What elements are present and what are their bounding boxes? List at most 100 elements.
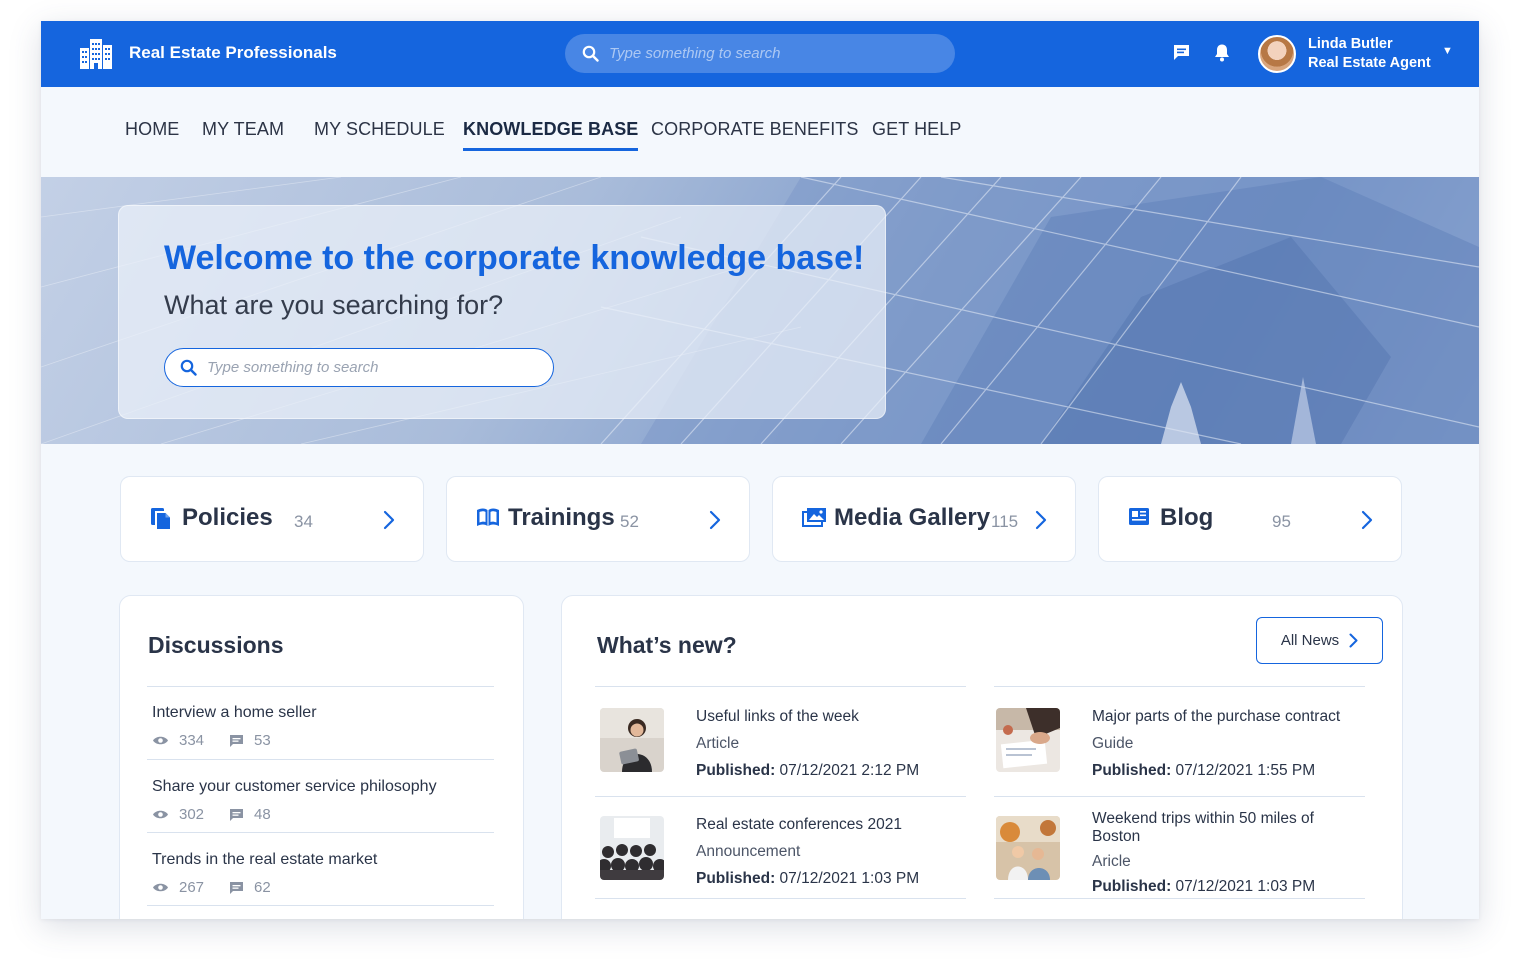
- category-title: Blog: [1160, 504, 1214, 531]
- search-icon: [582, 45, 599, 62]
- all-news-label: All News: [1280, 632, 1340, 649]
- comment-count: 53: [254, 732, 271, 749]
- category-card-policies[interactable]: Policies 34: [120, 476, 424, 562]
- global-search-input[interactable]: [609, 45, 929, 62]
- newspaper-icon: [1129, 508, 1149, 525]
- search-icon: [180, 359, 197, 376]
- news-title[interactable]: Weekend trips within 50 miles of Boston: [1092, 810, 1364, 846]
- category-count: 95: [1272, 512, 1291, 531]
- chevron-right-icon: [1349, 633, 1358, 648]
- hero-card: Welcome to the corporate knowledge base!…: [118, 205, 886, 419]
- discussion-title[interactable]: Trends in the real estate market: [152, 851, 377, 869]
- category-card-media-gallery[interactable]: Media Gallery 115: [772, 476, 1076, 562]
- user-name: Linda Butler: [1308, 36, 1393, 52]
- category-title: Policies: [182, 504, 273, 531]
- comment-icon: [230, 808, 243, 821]
- news-published: Published: 07/12/2021 1:03 PM: [1092, 878, 1316, 895]
- category-title: Trainings: [508, 504, 615, 531]
- discussion-item[interactable]: Trends in the real estate market 267 62: [152, 851, 377, 896]
- divider: [147, 905, 494, 906]
- view-count: 334: [179, 732, 205, 749]
- hero-title: Welcome to the corporate knowledge base!: [164, 239, 865, 277]
- discussion-title[interactable]: Interview a home seller: [152, 704, 317, 722]
- news-title[interactable]: Major parts of the purchase contract: [1092, 708, 1364, 726]
- whats-new-title: What’s new?: [597, 632, 737, 658]
- chevron-right-icon: [383, 510, 395, 530]
- documents-icon: [151, 508, 172, 531]
- category-count: 34: [294, 512, 313, 531]
- brand[interactable]: Real Estate Professionals: [79, 36, 337, 70]
- divider: [994, 898, 1365, 899]
- nav-corporate-benefits[interactable]: CORPORATE BENEFITS: [651, 119, 859, 148]
- global-search[interactable]: [565, 34, 955, 73]
- discussion-item[interactable]: Interview a home seller 334 53: [152, 704, 317, 749]
- whats-new-panel: What’s new? All News Useful links of the…: [561, 595, 1403, 919]
- news-thumbnail[interactable]: [600, 708, 664, 772]
- news-type: Aricle: [1092, 853, 1131, 870]
- nav-home[interactable]: HOME: [125, 119, 179, 148]
- brand-name: Real Estate Professionals: [129, 43, 337, 62]
- discussions-panel: Discussions Interview a home seller 334 …: [119, 595, 524, 919]
- nav-knowledge-base[interactable]: KNOWLEDGE BASE: [463, 119, 639, 151]
- hero-subtitle: What are you searching for?: [164, 290, 504, 320]
- view-count: 267: [179, 879, 205, 896]
- chevron-right-icon: [1035, 510, 1047, 530]
- eye-icon: [153, 736, 168, 745]
- divider: [595, 898, 966, 899]
- all-news-button[interactable]: All News: [1256, 617, 1383, 664]
- caret-down-icon[interactable]: ▼: [1442, 45, 1453, 57]
- office-buildings-icon: [80, 39, 112, 69]
- category-card-trainings[interactable]: Trainings 52: [446, 476, 750, 562]
- news-published: Published: 07/12/2021 1:55 PM: [1092, 762, 1316, 779]
- bell-icon[interactable]: [1213, 43, 1231, 62]
- comment-count: 62: [254, 879, 271, 896]
- news-title[interactable]: Real estate conferences 2021: [696, 816, 968, 834]
- divider: [994, 686, 1365, 687]
- nav-get-help[interactable]: GET HELP: [872, 119, 962, 148]
- news-thumbnail[interactable]: [996, 816, 1060, 880]
- news-published: Published: 07/12/2021 1:03 PM: [696, 870, 920, 887]
- category-title: Media Gallery: [834, 504, 991, 531]
- user-role: Real Estate Agent: [1308, 55, 1431, 71]
- chevron-right-icon: [1361, 510, 1373, 530]
- eye-icon: [153, 810, 168, 819]
- discussion-title[interactable]: Share your customer service philosophy: [152, 778, 437, 796]
- book-icon: [477, 508, 499, 526]
- main-nav: HOME MY TEAM MY SCHEDULE KNOWLEDGE BASE …: [41, 87, 1479, 177]
- news-type: Guide: [1092, 735, 1134, 752]
- divider: [595, 796, 966, 797]
- category-count: 115: [991, 512, 1019, 531]
- discussion-item[interactable]: Share your customer service philosophy 3…: [152, 778, 437, 823]
- eye-icon: [153, 883, 168, 892]
- divider: [147, 686, 494, 687]
- news-title[interactable]: Useful links of the week: [696, 708, 968, 726]
- category-count: 52: [620, 512, 639, 531]
- nav-my-team[interactable]: MY TEAM: [202, 119, 284, 148]
- news-published: Published: 07/12/2021 2:12 PM: [696, 762, 920, 779]
- photo-gallery-icon: [802, 508, 826, 527]
- chat-icon[interactable]: [1172, 43, 1191, 62]
- discussions-title: Discussions: [148, 632, 284, 658]
- news-thumbnail[interactable]: [600, 816, 664, 880]
- category-card-blog[interactable]: Blog 95: [1098, 476, 1402, 562]
- hero-search-input[interactable]: [207, 359, 527, 376]
- nav-my-schedule[interactable]: MY SCHEDULE: [314, 119, 445, 148]
- app-window: Real Estate Professionals Linda B: [41, 21, 1479, 919]
- divider: [994, 796, 1365, 797]
- comment-icon: [230, 734, 243, 747]
- hero-search[interactable]: [164, 348, 554, 387]
- avatar: [1258, 35, 1296, 73]
- news-thumbnail[interactable]: [996, 708, 1060, 772]
- news-type: Announcement: [696, 843, 801, 860]
- hero-banner: Welcome to the corporate knowledge base!…: [41, 177, 1479, 444]
- divider: [147, 759, 494, 760]
- comment-icon: [230, 881, 243, 894]
- divider: [595, 686, 966, 687]
- top-bar: Real Estate Professionals Linda B: [41, 21, 1479, 87]
- chevron-right-icon: [709, 510, 721, 530]
- view-count: 302: [179, 806, 205, 823]
- divider: [147, 832, 494, 833]
- news-type: Article: [696, 735, 740, 752]
- comment-count: 48: [254, 806, 271, 823]
- user-menu[interactable]: Linda Butler Real Estate Agent ▼: [1258, 35, 1453, 73]
